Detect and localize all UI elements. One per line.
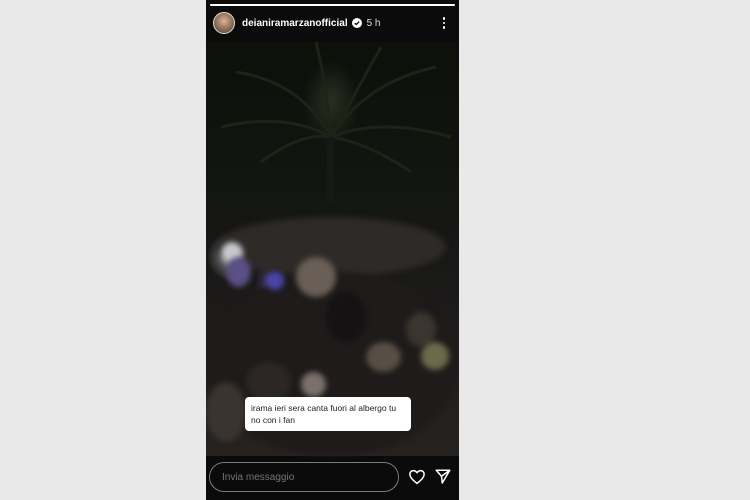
story-progress-fill <box>210 4 455 6</box>
reply-message-input[interactable] <box>209 462 399 492</box>
reply-bar <box>206 460 459 498</box>
story-caption: irama ieri sera canta fuori al albergo t… <box>245 397 411 431</box>
story-header: deianiramarzanofficial 5 h <box>206 10 459 36</box>
username[interactable]: deianiramarzanofficial <box>242 18 348 29</box>
story-timestamp: 5 h <box>366 17 381 29</box>
heart-icon[interactable] <box>408 468 426 486</box>
story-progress-bar <box>210 4 455 6</box>
verified-badge-icon <box>351 18 362 28</box>
avatar[interactable] <box>213 12 235 34</box>
palm-tree-image <box>220 42 452 202</box>
story-media[interactable] <box>206 42 459 456</box>
story-viewer[interactable]: deianiramarzanofficial 5 h irama ieri se… <box>206 0 459 500</box>
more-vertical-icon[interactable] <box>439 14 449 32</box>
send-icon[interactable] <box>434 468 452 486</box>
